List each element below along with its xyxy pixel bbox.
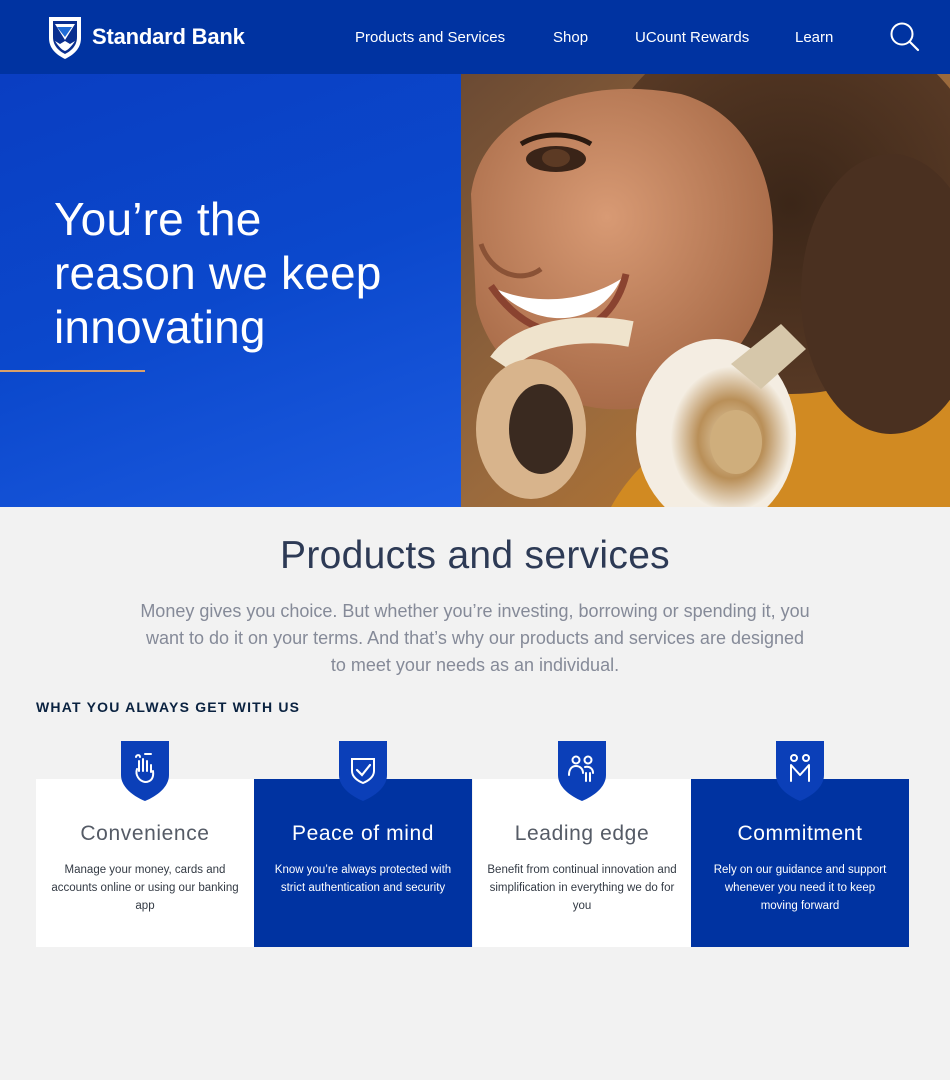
hero-photo-woman-with-headphones — [461, 74, 950, 507]
nav-ucount-rewards[interactable]: UCount Rewards — [635, 29, 749, 46]
benefits-heading: WHAT YOU ALWAYS GET WITH US — [36, 699, 301, 715]
brand-logo-link[interactable]: Standard Bank — [46, 14, 245, 60]
nav-products-and-services[interactable]: Products and Services — [355, 29, 505, 46]
nav-learn[interactable]: Learn — [795, 29, 833, 46]
nav-shop[interactable]: Shop — [553, 29, 588, 46]
card-text: Manage your money, cards and accounts on… — [51, 864, 239, 912]
people-icon — [558, 741, 606, 801]
card-title: Peace of mind — [291, 822, 435, 845]
card-text: Benefit from continual innovation and si… — [487, 864, 677, 912]
nav-products-and-services-wrap: Products and Services — [355, 0, 505, 74]
card-title: Convenience — [80, 822, 210, 845]
section-intro: Money gives you choice. But whether you’… — [140, 601, 810, 675]
hand-tap-icon — [121, 741, 169, 801]
card-title: Leading edge — [514, 822, 650, 845]
nav-learn-wrap: Learn — [795, 0, 833, 74]
hero-title: You’re the reason we keep innovating — [54, 193, 382, 353]
benefit-card-convenience: Convenience Manage your money, cards and… — [36, 741, 254, 947]
hero-banner: You’re the reason we keep innovating — [0, 74, 950, 507]
card-text: Rely on our guidance and support wheneve… — [713, 864, 887, 912]
hero-text-panel: You’re the reason we keep innovating — [0, 74, 461, 507]
benefit-card-commitment: Commitment Rely on our guidance and supp… — [691, 741, 909, 947]
hero-accent-line — [0, 370, 145, 372]
benefit-card-leading-edge: Leading edge Benefit from continual inno… — [473, 741, 691, 947]
card-title: Commitment — [737, 822, 863, 845]
top-navigation-bar: Standard Bank Products and Services Shop… — [0, 0, 950, 74]
brand-name: Standard Bank — [92, 24, 245, 49]
benefit-card-peace-of-mind: Peace of mind Know you’re always protect… — [254, 741, 472, 947]
search-icon[interactable] — [887, 19, 921, 53]
nav-ucount-rewards-wrap: UCount Rewards — [635, 0, 749, 74]
standard-bank-shield-logo — [49, 17, 81, 59]
shield-check-icon — [339, 741, 387, 801]
section-title: Products and services — [280, 534, 670, 577]
commitment-icon — [776, 741, 824, 801]
card-text: Know you’re always protected with strict… — [274, 864, 452, 894]
nav-shop-wrap: Shop — [553, 0, 588, 74]
